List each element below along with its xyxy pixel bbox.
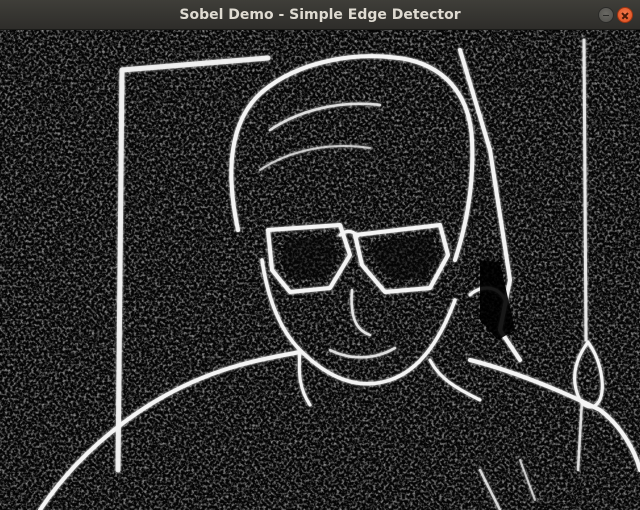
app-window: Sobel Demo - Simple Edge Detector (0, 0, 640, 510)
window-title: Sobel Demo - Simple Edge Detector (179, 7, 461, 23)
minimize-icon[interactable] (598, 7, 614, 23)
edge-image-view (0, 30, 640, 510)
title-bar[interactable]: Sobel Demo - Simple Edge Detector (0, 0, 640, 30)
close-icon[interactable] (617, 7, 633, 23)
